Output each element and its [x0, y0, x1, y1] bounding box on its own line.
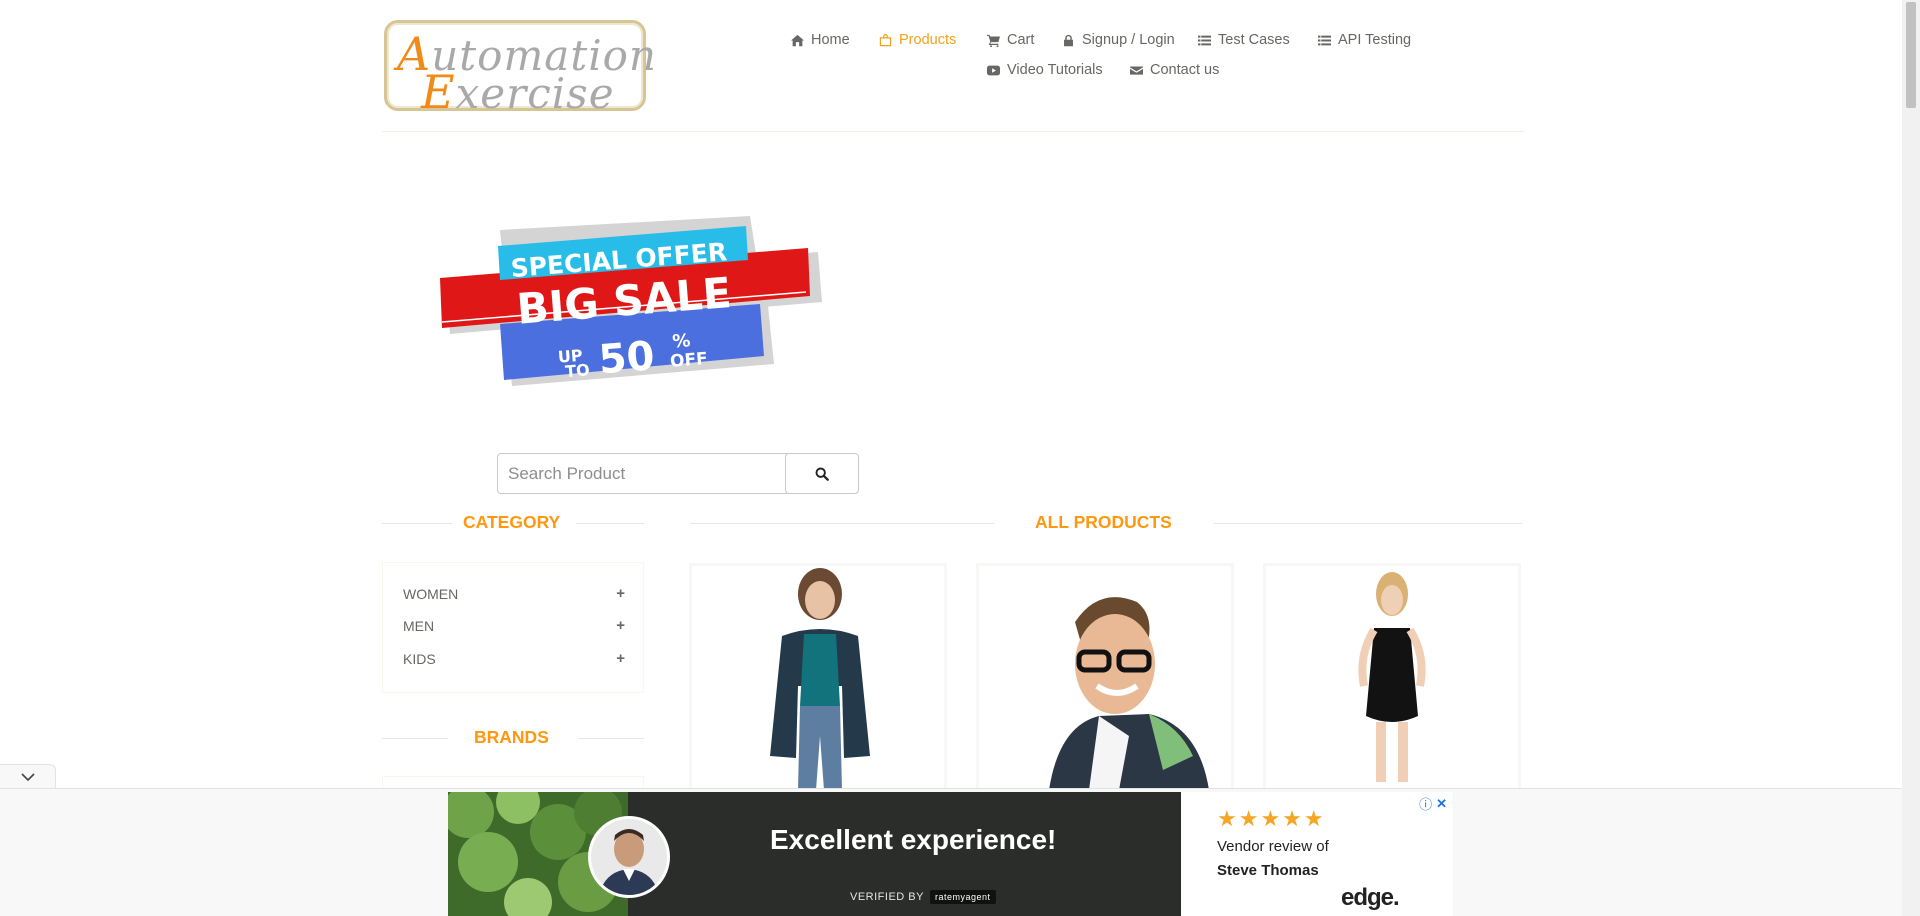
product-card[interactable]: [976, 563, 1234, 793]
category-item-men[interactable]: MEN +: [403, 617, 625, 634]
site-logo[interactable]: Automation Exercise: [384, 20, 656, 119]
banner-number-text: 50: [597, 333, 656, 383]
sale-banner: SPECIAL OFFER BIG SALE UP TO 50 % OFF: [438, 210, 828, 390]
nav-api-testing[interactable]: API Testing: [1318, 32, 1411, 48]
ad-vendor-text: Vendor review of Steve Thomas: [1217, 838, 1329, 879]
product-image-woman-denim: [770, 568, 870, 790]
ad-image-panel: Excellent experience! VERIFIED BY ratemy…: [448, 792, 1181, 916]
chevron-down-icon: [20, 773, 35, 782]
product-image-man-polo: [1049, 597, 1209, 790]
search-icon: [815, 467, 829, 481]
banner-percent-text: %: [672, 330, 692, 352]
ad-info-icon[interactable]: ⓘ: [1419, 794, 1432, 813]
product-card[interactable]: [689, 563, 947, 793]
ad-agent-avatar: [588, 816, 670, 898]
nav-cart[interactable]: Cart: [987, 32, 1034, 48]
category-title-line-right: [576, 523, 644, 524]
banner-to-text: TO: [564, 360, 590, 381]
scrollbar-thumb[interactable]: [1906, 2, 1916, 108]
banner-off-text: OFF: [669, 349, 708, 372]
plus-icon[interactable]: +: [616, 650, 625, 667]
category-title: Category: [463, 512, 561, 532]
shopping-bag-icon: [879, 33, 892, 46]
category-item-women[interactable]: WOMEN +: [403, 585, 625, 602]
nav-signup-login[interactable]: Signup / Login: [1062, 32, 1175, 48]
shopping-cart-icon: [987, 34, 1000, 47]
category-title-line-left: [382, 523, 452, 524]
list-icon: [1318, 35, 1331, 45]
rating-stars-icon: ★★★★★: [1217, 806, 1326, 831]
page-scrollbar[interactable]: [1902, 0, 1920, 916]
advertisement[interactable]: Excellent experience! VERIFIED BY ratemy…: [448, 792, 1453, 916]
lock-icon: [1064, 34, 1073, 46]
youtube-play-icon: [987, 65, 1000, 75]
plus-icon[interactable]: +: [616, 617, 625, 634]
brands-title: Brands: [474, 727, 549, 747]
products-title-line-right: [1214, 523, 1522, 524]
ad-close-icon[interactable]: ✕: [1436, 796, 1447, 812]
site-header: Automation Exercise Home Products Cart S…: [382, 0, 1524, 132]
all-products-title: All Products: [1035, 512, 1172, 532]
product-search: [497, 453, 859, 494]
category-item-kids[interactable]: KIDS +: [403, 650, 625, 667]
nav-video-tutorials[interactable]: Video Tutorials: [987, 62, 1103, 78]
sale-banner-graphic: SPECIAL OFFER BIG SALE UP TO 50 % OFF: [440, 216, 822, 386]
ratemyagent-logo: ratemyagent: [929, 890, 996, 904]
product-image-woman-black-dress: [1358, 572, 1426, 782]
ad-brand-logo: edge.: [1341, 884, 1400, 911]
plus-icon[interactable]: +: [616, 585, 625, 602]
search-input[interactable]: [497, 453, 787, 494]
list-icon: [1198, 35, 1211, 45]
nav-products[interactable]: Products: [879, 32, 956, 48]
ad-verified-by: VERIFIED BY ratemyagent: [850, 890, 996, 904]
products-title-line-left: [690, 523, 994, 524]
envelope-icon: [1130, 65, 1143, 75]
category-panel: WOMEN + MEN + KIDS +: [382, 562, 644, 693]
brands-title-line-right: [578, 738, 644, 739]
ad-headline: Excellent experience!: [770, 824, 1057, 855]
home-icon: [791, 34, 804, 46]
product-card[interactable]: [1263, 563, 1521, 793]
nav-home[interactable]: Home: [791, 32, 850, 48]
ad-collapse-button[interactable]: [0, 764, 56, 789]
nav-contact-us[interactable]: Contact us: [1130, 62, 1219, 78]
ad-controls: ⓘ ✕: [1419, 794, 1447, 813]
brands-title-line-left: [382, 738, 448, 739]
nav-test-cases[interactable]: Test Cases: [1198, 32, 1290, 48]
ad-review-panel: ★★★★★ Vendor review of Steve Thomas edge…: [1181, 792, 1453, 916]
search-button[interactable]: [785, 453, 859, 494]
